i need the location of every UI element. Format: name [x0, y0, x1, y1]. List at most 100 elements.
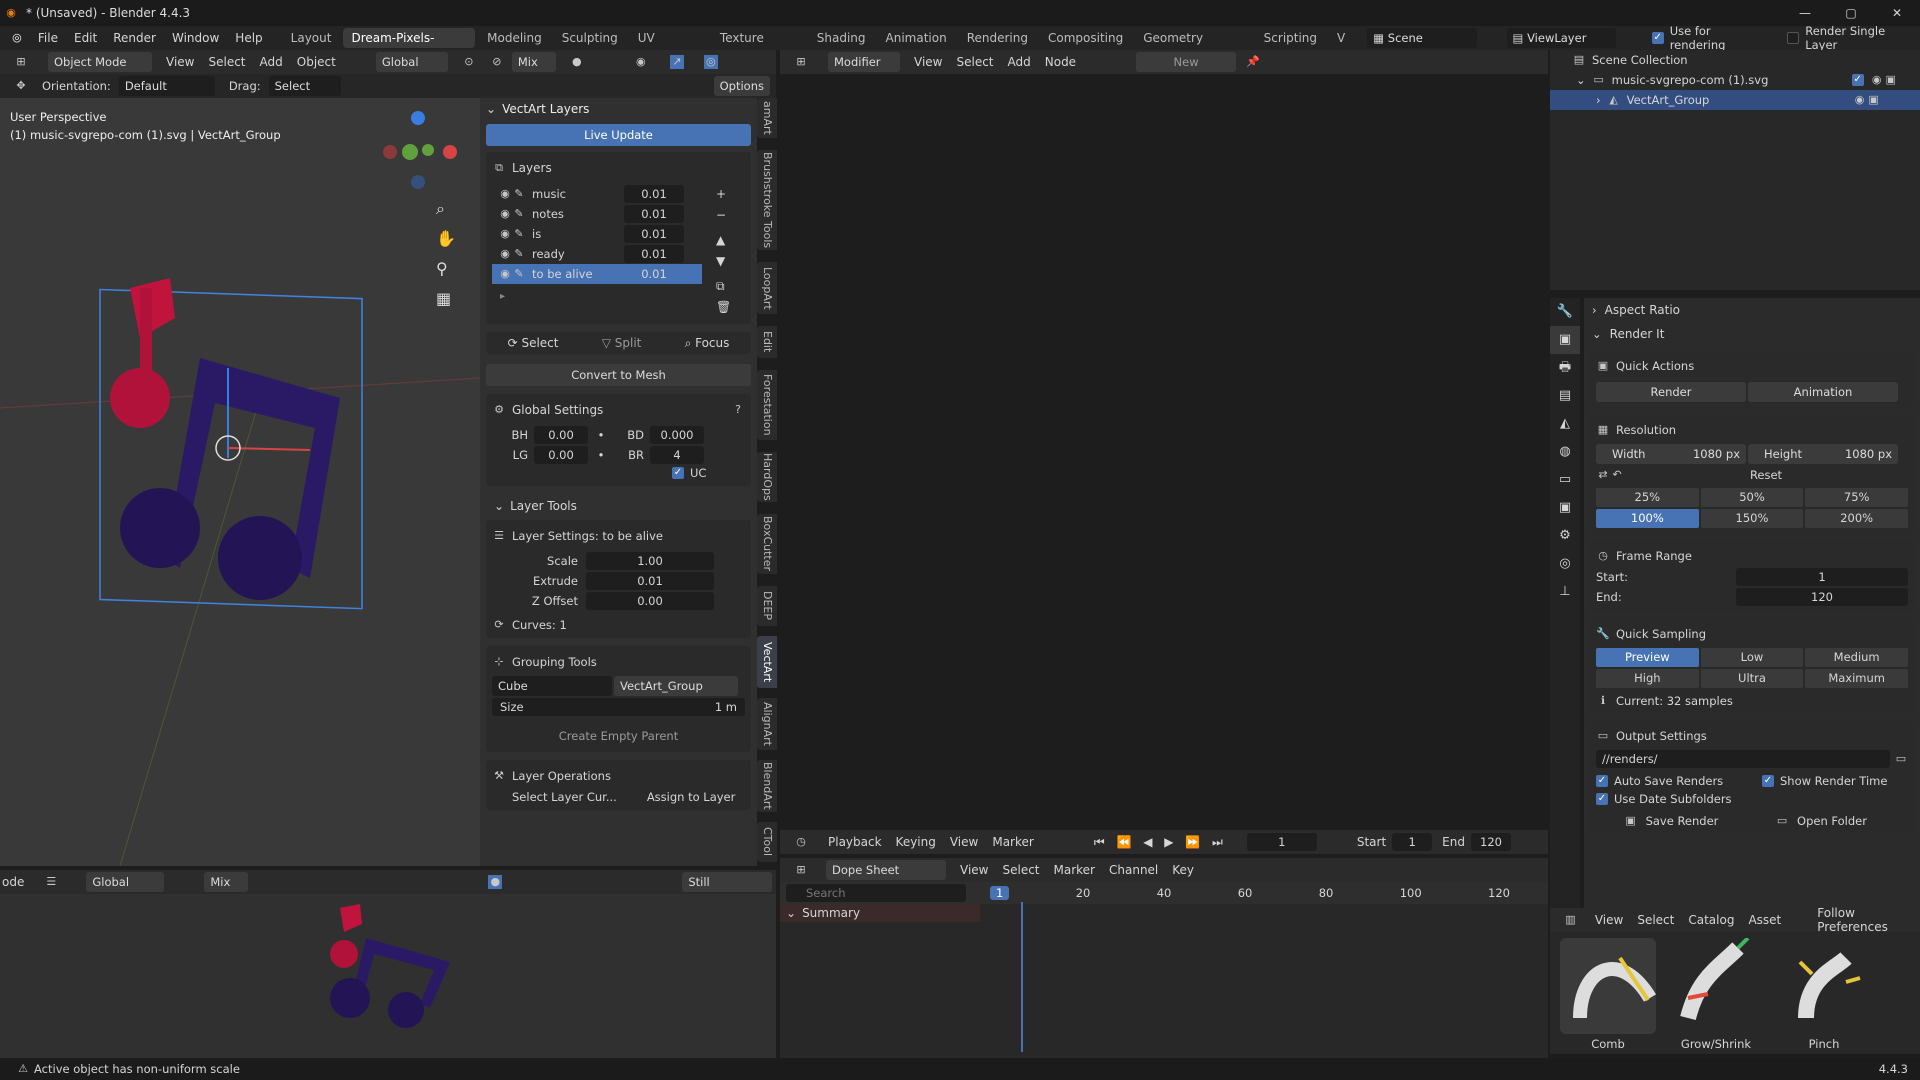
menu-help[interactable]: Help	[235, 31, 262, 45]
sidetab-vectart[interactable]: VectArt	[757, 636, 777, 688]
eye-icon[interactable]: ◉	[498, 267, 512, 281]
group-shape-dropdown[interactable]: Cube	[492, 676, 612, 696]
eye-icon[interactable]: ◉	[498, 207, 512, 221]
sidetab-hardops[interactable]: HardOps	[757, 452, 777, 502]
layer-value[interactable]: 0.01	[624, 205, 684, 223]
overlay-icon[interactable]: ◎	[703, 55, 718, 69]
list-item[interactable]: ◉ ✎ notes 0.01	[492, 204, 702, 224]
node-menu-view[interactable]: View	[914, 55, 942, 69]
scene-selector[interactable]: ▦ Scene	[1367, 28, 1477, 48]
sidetab-blendart[interactable]: BlendArt	[757, 760, 777, 812]
tab-texture-paint[interactable]: Texture Paint	[712, 28, 805, 65]
close-button[interactable]: ✕	[1874, 6, 1920, 20]
scene-icon[interactable]: ◭	[1550, 410, 1580, 438]
bottom-mode-dropdown[interactable]: ode	[2, 875, 24, 889]
create-empty-parent-button[interactable]: Create Empty Parent	[492, 726, 745, 746]
viewport-menu-object[interactable]: Object	[297, 55, 336, 69]
include-checkbox[interactable]: ✓	[1851, 74, 1864, 86]
sidetab-ctool[interactable]: CTool	[757, 822, 777, 862]
mode-dropdown[interactable]: Object Mode	[48, 52, 152, 72]
ds-menu-key[interactable]: Key	[1172, 863, 1194, 877]
help-icon[interactable]: ?	[731, 403, 745, 417]
shading-dropdown[interactable]: Still	[682, 872, 773, 892]
ds-menu-channel[interactable]: Channel	[1109, 863, 1158, 877]
start-frame-field[interactable]: 1	[1392, 833, 1433, 851]
move-down-icon[interactable]: ▼	[716, 251, 731, 272]
transform-orientation-dropdown[interactable]: Global	[375, 52, 448, 72]
eye-icon[interactable]: ◉	[498, 187, 512, 201]
lg-field[interactable]: 0.00	[534, 446, 588, 464]
browse-folder-icon[interactable]: ▭	[1894, 752, 1908, 766]
current-frame-field[interactable]: 1	[1246, 833, 1317, 851]
list-expand-icon[interactable]: ▸	[492, 284, 702, 310]
add-layer-icon[interactable]: +	[716, 184, 731, 205]
open-folder-button[interactable]: ▭ Open Folder	[1746, 814, 1896, 828]
bh-field[interactable]: 0.00	[534, 426, 588, 444]
render-properties-icon[interactable]: ▣	[1550, 326, 1580, 354]
camera-render-icon[interactable]: ▣	[1867, 93, 1881, 107]
orientation-dropdown[interactable]: Default	[118, 76, 215, 96]
render-button[interactable]: Render	[1596, 382, 1746, 402]
use-for-rendering-checkbox[interactable]: ✓	[1651, 32, 1664, 44]
outliner-item[interactable]: ⌄ ▭ music-svgrepo-com (1).svg ✓ ◉ ▣	[1550, 70, 1920, 90]
sidetab-loopart[interactable]: LoopArt	[757, 262, 777, 314]
output-properties-icon[interactable]: 🖶	[1550, 354, 1580, 382]
render-it-header[interactable]: ⌄ Render It	[1584, 322, 1920, 346]
tab-compositing[interactable]: Compositing	[1040, 28, 1131, 48]
list-item[interactable]: ◉ ✎ to be alive 0.01	[492, 264, 702, 284]
uc-checkbox[interactable]: ✓	[672, 467, 684, 479]
menu-window[interactable]: Window	[172, 31, 219, 45]
extrude-field[interactable]: 0.01	[586, 572, 714, 590]
convert-to-mesh-button[interactable]: Convert to Mesh	[486, 364, 751, 386]
tab-uv-editing[interactable]: UV Editing	[630, 28, 708, 65]
layer-tools-header[interactable]: ⌄ Layer Tools	[494, 496, 751, 516]
live-update-button[interactable]: Live Update	[486, 124, 751, 146]
size-field[interactable]: 1 m	[715, 700, 737, 714]
duplicate-icon[interactable]: ⧉	[716, 276, 731, 297]
split-button[interactable]: ▽ Split	[602, 336, 642, 350]
drag-dropdown[interactable]: Select Box	[268, 76, 341, 113]
timeline-menu-keying[interactable]: Keying	[896, 835, 936, 849]
assign-to-layer-button[interactable]: Assign to Layer	[647, 790, 736, 804]
reset-button[interactable]: Reset	[1624, 468, 1908, 482]
timeline-type-icon[interactable]: ◷	[794, 835, 808, 849]
sampling-low[interactable]: Low	[1700, 648, 1804, 667]
list-item[interactable]: ◉ ✎ ready 0.01	[492, 244, 702, 264]
follow-preferences-dropdown[interactable]: Follow Preferences	[1817, 906, 1920, 934]
camera-icon[interactable]: ⚲	[436, 254, 456, 284]
dopesheet-type-icon[interactable]: ⊞	[794, 863, 808, 877]
save-render-button[interactable]: ▣ Save Render	[1596, 814, 1746, 828]
sampling-high[interactable]: High	[1596, 669, 1699, 688]
modifier-icon[interactable]: ⚙	[1550, 522, 1580, 550]
asset-menu-asset[interactable]: Asset	[1748, 913, 1781, 927]
new-node-tree-button[interactable]: New	[1136, 52, 1237, 72]
percent-100[interactable]: 100%	[1596, 509, 1699, 528]
tab-animation[interactable]: Animation	[878, 28, 955, 48]
pan-hand-icon[interactable]: ✋	[436, 224, 456, 254]
summary-channel[interactable]: ⌄ Summary	[780, 904, 980, 922]
tool-icon[interactable]: 🔧	[1550, 298, 1580, 326]
menu-render[interactable]: Render	[113, 31, 156, 45]
sidetab-forestation[interactable]: Forestation	[757, 370, 777, 440]
scale-field[interactable]: 1.00	[586, 552, 714, 570]
node-editor-type-icon[interactable]: ⊞	[794, 55, 808, 69]
asset-menu-catalog[interactable]: Catalog	[1688, 913, 1734, 927]
menu-edit[interactable]: Edit	[74, 31, 97, 45]
eye-icon[interactable]: ◉	[1870, 73, 1884, 87]
camera-render-icon[interactable]: ▣	[1884, 73, 1898, 87]
sidetab-alignart[interactable]: AlignArt	[757, 698, 777, 750]
bd-field[interactable]: 0.000	[650, 426, 704, 444]
layer-value[interactable]: 0.01	[624, 265, 684, 283]
maximize-button[interactable]: ▢	[1828, 6, 1874, 20]
pivot-icon[interactable]: ⊙	[462, 55, 476, 69]
auto-save-checkbox[interactable]: ✓	[1596, 775, 1608, 787]
width-field[interactable]: Width 1080 px	[1596, 444, 1746, 464]
bottom-mix-dropdown[interactable]: Mix	[204, 872, 249, 892]
tab-rendering[interactable]: Rendering	[959, 28, 1036, 48]
tab-layout[interactable]: Layout	[283, 28, 340, 48]
editor-type-icon[interactable]: ⊞	[14, 55, 28, 69]
play-controls[interactable]: ⏮ ⏪ ◀ ▶ ⏩ ⏭	[1094, 835, 1227, 850]
node-menu-node[interactable]: Node	[1045, 55, 1076, 69]
outliner-item[interactable]: › ◭ VectArt_Group ◉ ▣	[1550, 90, 1920, 110]
group-name-field[interactable]: VectArt_Group	[614, 676, 738, 696]
